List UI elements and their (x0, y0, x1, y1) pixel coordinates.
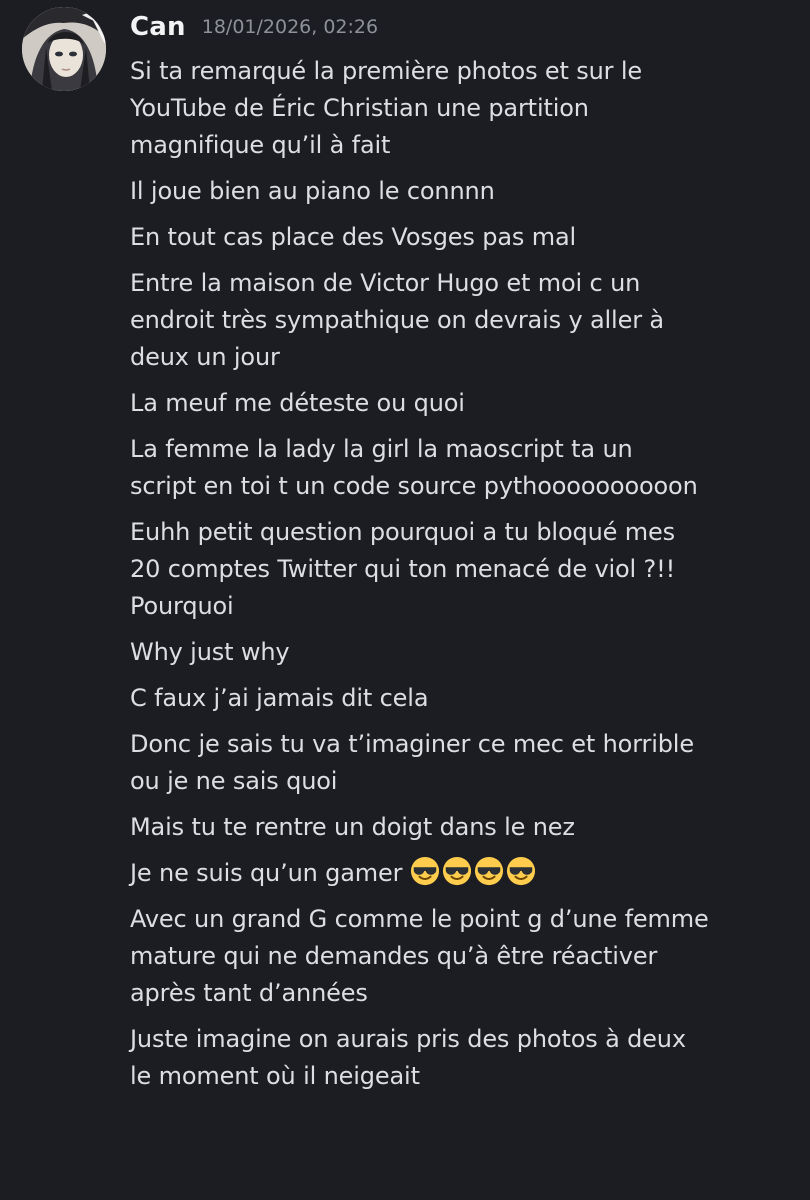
message-timestamp: 18/01/2026, 02:26 (201, 16, 379, 38)
message-text[interactable]: Euhh petit question pourquoi a tu bloqué… (130, 514, 802, 625)
message-line: ou je ne sais quoi (130, 767, 338, 795)
sunglasses-emoji-icon (506, 856, 536, 886)
user-avatar-icon[interactable] (22, 7, 106, 91)
message-line: endroit très sympathique on devrais y al… (130, 306, 664, 334)
message-line: Donc je sais tu va t’imaginer ce mec et … (130, 730, 694, 758)
message-line: Juste imagine on aurais pris des photos … (130, 1025, 686, 1053)
message-text[interactable]: Si ta remarqué la première photos et sur… (130, 53, 802, 164)
message-line: 20 comptes Twitter qui ton menacé de vio… (130, 555, 676, 583)
message-line: magnifique qu’il à fait (130, 131, 391, 159)
message-text[interactable]: Why just why (130, 634, 802, 671)
message-text[interactable]: Juste imagine on aurais pris des photos … (130, 1021, 802, 1095)
message-line: Mais tu te rentre un doigt dans le nez (130, 813, 575, 841)
message-line: La meuf me déteste ou quoi (130, 389, 465, 417)
message-text[interactable]: La femme la lady la girl la maoscript ta… (130, 431, 802, 505)
message-line: script en toi t un code source pythooooo… (130, 472, 698, 500)
message-text[interactable]: C faux j’ai jamais dit cela (130, 680, 802, 717)
message-text[interactable]: Il joue bien au piano le connnn (130, 173, 802, 210)
message-line: deux un jour (130, 343, 280, 371)
message-line: après tant d’années (130, 979, 368, 1007)
message-group: Can 18/01/2026, 02:26 Si ta remarqué la … (0, 0, 810, 1200)
author-name[interactable]: Can (130, 12, 186, 42)
message-text[interactable]: Donc je sais tu va t’imaginer ce mec et … (130, 726, 802, 800)
sunglasses-emoji-icon (474, 856, 504, 886)
message-line: Je ne suis qu’un gamer (130, 859, 403, 887)
message-line: Il joue bien au piano le connnn (130, 177, 495, 205)
message-line: C faux j’ai jamais dit cela (130, 684, 429, 712)
message-line: le moment où il neigeait (130, 1062, 420, 1090)
message-line: En tout cas place des Vosges pas mal (130, 223, 577, 251)
message-text[interactable]: Mais tu te rentre un doigt dans le nez (130, 809, 802, 846)
message-text[interactable]: Entre la maison de Victor Hugo et moi c … (130, 265, 802, 376)
message-list: Si ta remarqué la première photos et sur… (130, 53, 802, 1104)
message-line: Avec un grand G comme le point g d’une f… (130, 905, 709, 933)
message-line: Pourquoi (130, 592, 234, 620)
message-line: Euhh petit question pourquoi a tu bloqué… (130, 518, 675, 546)
message-line: YouTube de Éric Christian une partition (130, 94, 589, 122)
message-text[interactable]: Avec un grand G comme le point g d’une f… (130, 901, 802, 1012)
message-text[interactable]: La meuf me déteste ou quoi (130, 385, 802, 422)
sunglasses-emoji-icon (410, 856, 440, 886)
message-line: La femme la lady la girl la maoscript ta… (130, 435, 633, 463)
message-line: Si ta remarqué la première photos et sur… (130, 57, 642, 85)
message-text[interactable]: Je ne suis qu’un gamer (130, 855, 802, 892)
message-line: Why just why (130, 638, 290, 666)
message-line: Entre la maison de Victor Hugo et moi c … (130, 269, 641, 297)
message-header: Can 18/01/2026, 02:26 (130, 12, 378, 52)
message-line: mature qui ne demandes qu’à être réactiv… (130, 942, 658, 970)
message-text[interactable]: En tout cas place des Vosges pas mal (130, 219, 802, 256)
sunglasses-emoji-icon (442, 856, 472, 886)
